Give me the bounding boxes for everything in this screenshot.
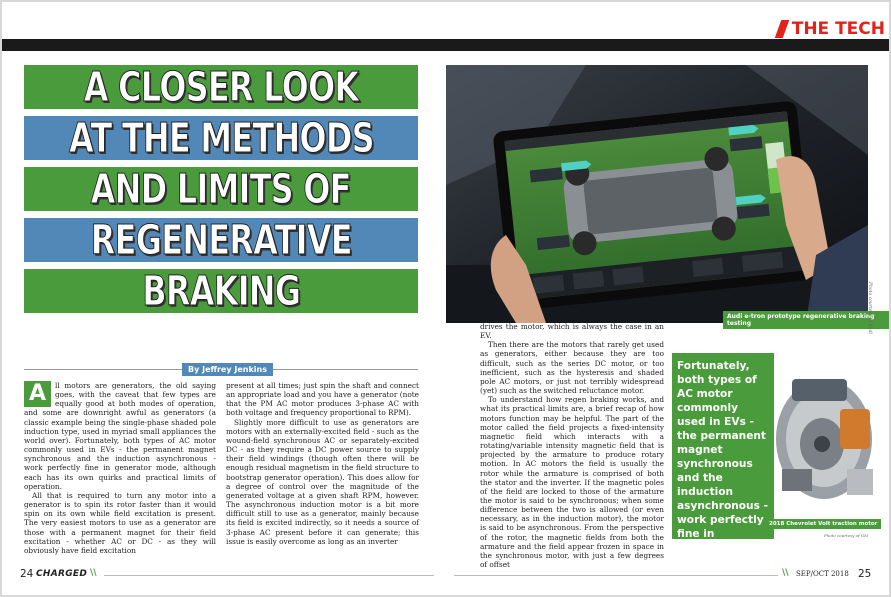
footer-slashes-left: \\ — [90, 568, 97, 578]
footer: 24 CHARGED \\ \\ SEP/OCT 2018 25 — [2, 568, 889, 582]
tablet-photo — [446, 65, 868, 323]
photo-caption: Audi e-tron prototype regenerative braki… — [723, 311, 889, 329]
magazine-name: CHARGED — [36, 569, 88, 579]
footer-rule-left — [104, 575, 434, 576]
page-number-right: 25 — [858, 568, 872, 580]
magazine-spread: THE TECH A CLOSER LOOK AT THE METHODS AN… — [2, 2, 889, 595]
photo-credit: Photo courtesy of Audi — [867, 282, 872, 334]
footer-rule-right — [454, 575, 778, 576]
page-number-left: 24 — [20, 568, 34, 580]
motor-illustration — [776, 379, 873, 499]
issue-date: SEP/OCT 2018 — [796, 570, 849, 578]
title-band-2: AT THE METHODS — [24, 114, 418, 162]
footer-slashes-right: \\ — [782, 568, 789, 578]
title-line-3: AND LIMITS OF — [90, 165, 353, 213]
motor-photo — [762, 349, 882, 519]
col2-para-2: Slightly more difficult to use as genera… — [226, 417, 419, 546]
motor-credit: Photo courtesy of GM — [824, 533, 869, 538]
col3-para-3: To understand how regen braking works, a… — [480, 395, 664, 570]
title-band-5: BRAKING — [24, 267, 418, 315]
body-column-3: drives the motor, which is always the ca… — [480, 322, 664, 569]
top-bar — [2, 39, 889, 51]
title-line-4: REGENERATIVE — [90, 216, 353, 264]
title-line-1: A CLOSER LOOK — [83, 63, 359, 111]
article-title: A CLOSER LOOK AT THE METHODS AND LIMITS … — [24, 65, 418, 320]
section-header: THE TECH — [774, 18, 889, 40]
body-column-2: present at all times; just spin the shaf… — [226, 381, 419, 546]
byline: By Jeffrey Jenkins — [182, 363, 273, 376]
title-band-1: A CLOSER LOOK — [24, 63, 418, 111]
title-band-4: REGENERATIVE — [24, 216, 418, 264]
header-slash — [774, 20, 789, 38]
col2-para-1: present at all times; just spin the shaf… — [226, 381, 419, 418]
title-band-3: AND LIMITS OF — [24, 165, 418, 213]
title-line-5: BRAKING — [141, 267, 302, 315]
motor-caption: 2018 Chevrolet Volt traction motor — [765, 519, 882, 529]
col3-para-1: drives the motor, which is always the ca… — [480, 322, 664, 341]
section-title: THE TECH — [791, 19, 885, 39]
body-column-1: All motors are generators, the old sayin… — [24, 381, 216, 555]
tablet-illustration — [446, 65, 868, 323]
col3-para-2: Then there are the motors that rarely ge… — [480, 340, 664, 396]
pull-quote: Fortunately, both types of AC motor comm… — [672, 353, 774, 568]
col1-para-1: ll motors are generators, the old saying… — [24, 381, 216, 491]
drop-cap: A — [24, 381, 51, 407]
title-line-2: AT THE METHODS — [68, 114, 374, 162]
col1-para-2: All that is required to turn any motor i… — [24, 490, 216, 555]
